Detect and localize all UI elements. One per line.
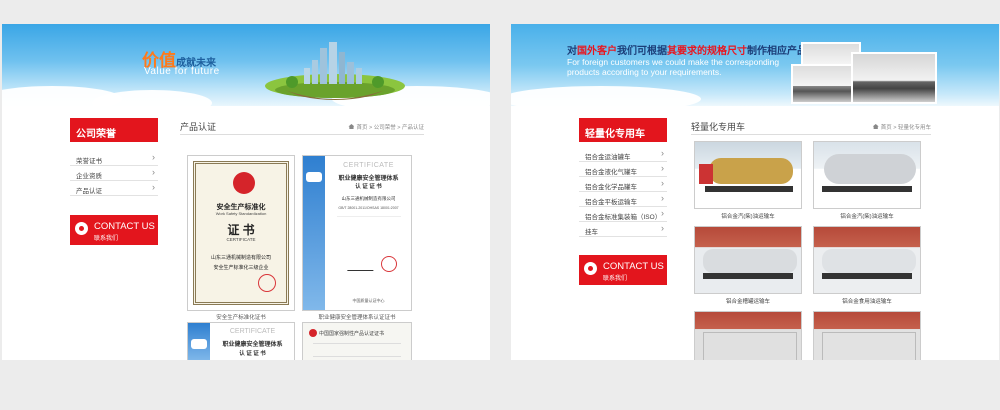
contact-cn-label: 联系我们 <box>94 236 119 242</box>
screenshot-composite: 价值成就未来 Value for future 公司荣誉 荣誉证书 › 企业资质… <box>0 0 1000 410</box>
cert-footer: 中国质量认证中心 <box>352 298 385 303</box>
seal-stamp <box>258 274 276 292</box>
cert-company: 山东三通机械制造有限公司 <box>341 196 396 201</box>
sidebar-item-chemical-tanker[interactable]: 铝合金化学品罐车 <box>579 177 667 192</box>
sidebar-heading: 公司荣誉 <box>70 118 158 142</box>
tank-shape <box>824 154 916 184</box>
signature-mark <box>347 261 377 271</box>
tank-shape <box>822 249 916 273</box>
certificate-card[interactable]: CERTIFICATE 职业健康安全管理体系 认 证 证 书 <box>187 322 295 362</box>
contact-cn-label: 联系我们 <box>603 276 628 282</box>
product-caption: 铝合金食用油运输车 <box>842 299 892 305</box>
chassis <box>822 186 912 192</box>
chassis <box>703 273 793 279</box>
tank-shape <box>703 249 797 273</box>
cert-side-band <box>303 156 325 310</box>
cert-head: CERTIFICATE <box>229 328 276 335</box>
sidebar-item-product-certification[interactable]: 产品认证 <box>70 181 158 196</box>
banner-headline-en: For foreign customers we could make the … <box>567 57 780 77</box>
chassis <box>822 273 912 279</box>
sidebar-heading: 轻量化专用车 <box>579 118 667 142</box>
seal-stamp <box>381 256 397 272</box>
chassis <box>705 186 793 192</box>
sidebar-item-honor-certificates[interactable]: 荣誉证书 <box>70 151 158 166</box>
cert-standard: GB/T 28001-2011/OHSAS 18001:2007 <box>338 206 399 210</box>
banner-headline-cn: 对国外客户我们可根据其要求的规格尺寸制作相应产品 <box>567 46 807 57</box>
cert-title: 职业健康安全管理体系 <box>222 342 283 348</box>
banner-slogan-en: Value for future <box>144 66 220 77</box>
certificate-caption: 职业健康安全管理体系认证证书 <box>318 315 396 321</box>
sidebar-nav: 公司荣誉 荣誉证书 企业资质 产品认证 <box>70 118 158 196</box>
cert-company: 山东三通机械制造有限公司 <box>210 255 271 261</box>
bottom-gap <box>2 360 490 410</box>
home-icon <box>872 124 879 129</box>
location-pin-icon <box>75 222 88 235</box>
certificate-card[interactable]: 安全生产标准化 Work Safety Standardization 证 书 … <box>187 155 295 311</box>
container-shape <box>703 332 797 360</box>
location-pin-icon <box>584 262 597 275</box>
product-caption: 铝合金汽(柴)油运输车 <box>840 214 894 220</box>
product-card[interactable] <box>694 311 802 361</box>
product-card[interactable] <box>694 141 802 209</box>
city-island-illustration <box>265 42 405 100</box>
cert-en-heading: Work Safety Standardization <box>215 211 267 216</box>
lightweight-vehicle-page: 对国外客户我们可根据其要求的规格尺寸制作相应产品 For foreign cus… <box>511 0 999 410</box>
tanker-truck-photo <box>791 64 853 104</box>
product-caption: 铝合金汽(柴)油运输车 <box>721 214 775 220</box>
cloud-shape <box>511 86 701 106</box>
page-title: 产品认证 <box>180 122 217 132</box>
sidebar-nav: 轻量化专用车 铝合金运油罐车 铝合金液化气罐车 铝合金化学品罐车 铝合金平板运输… <box>579 118 667 237</box>
product-caption: 铝合金槽罐运输车 <box>725 299 770 305</box>
home-icon <box>348 124 355 129</box>
sidebar-item-flatbed[interactable]: 铝合金平板运输车 <box>579 192 667 207</box>
cert-body-lines <box>337 216 401 246</box>
breadcrumb[interactable]: 首页 > 轻量化专用车 <box>872 123 931 131</box>
cert-title2: 认 证 证 书 <box>239 351 266 357</box>
top-gap <box>511 0 999 24</box>
container-shape <box>822 332 916 360</box>
page-title: 轻量化专用车 <box>691 122 746 132</box>
content-header: 产品认证 首页 > 公司荣誉 > 产品认证 <box>180 118 424 135</box>
certificate-frame: 安全生产标准化 Work Safety Standardization 证 书 … <box>193 161 289 305</box>
contact-us-button[interactable]: CONTACT US 联系我们 <box>70 215 158 245</box>
sidebar-item-trailer[interactable]: 挂车 <box>579 222 667 237</box>
tank-shape <box>709 158 793 184</box>
product-card[interactable] <box>813 141 921 209</box>
cert-side-band <box>188 323 210 361</box>
sidebar-item-fuel-tanker[interactable]: 铝合金运油罐车 <box>579 147 667 162</box>
cert-level: 安全生产标准化三级企业 <box>213 265 269 271</box>
sidebar-item-iso-container[interactable]: 铝合金标准集装箱（ISO） <box>579 207 667 222</box>
certification-page: 价值成就未来 Value for future 公司荣誉 荣誉证书 › 企业资质… <box>2 0 490 410</box>
cert-body-lines <box>313 343 401 357</box>
truck-cab <box>699 164 713 184</box>
top-gap <box>2 0 490 24</box>
cert-subtitle: CERTIFICATE <box>226 237 256 242</box>
bottom-gap <box>511 360 999 410</box>
cert-title: 职业健康安全管理体系 <box>338 176 399 182</box>
product-card[interactable] <box>813 311 921 361</box>
product-card[interactable] <box>694 226 802 294</box>
contact-en-label: CONTACT US <box>603 261 664 272</box>
tanker-truck-photo <box>851 52 937 104</box>
cert-head: 中国国家强制性产品认证证书 <box>319 331 385 337</box>
ccc-mark-icon <box>309 329 317 337</box>
contact-us-button[interactable]: CONTACT US 联系我们 <box>579 255 667 285</box>
content-header: 轻量化专用车 首页 > 轻量化专用车 <box>691 118 931 135</box>
cert-title2: 认 证 证 书 <box>355 184 382 190</box>
contact-en-label: CONTACT US <box>94 221 155 232</box>
cqc-logo-icon <box>306 172 322 182</box>
breadcrumb[interactable]: 首页 > 公司荣誉 > 产品认证 <box>348 123 424 131</box>
banner-foreign-customers: 对国外客户我们可根据其要求的规格尺寸制作相应产品 For foreign cus… <box>511 24 999 106</box>
cert-big-title: 证 书 <box>227 223 255 237</box>
product-card[interactable] <box>813 226 921 294</box>
certificate-card[interactable]: CERTIFICATE 职业健康安全管理体系 认 证 证 书 山东三通机械制造有… <box>302 155 412 311</box>
banner-value-future: 价值成就未来 Value for future <box>2 24 490 106</box>
certificate-caption: 安全生产标准化证书 <box>216 315 266 321</box>
cqc-logo-icon <box>191 339 207 349</box>
sidebar-item-lpg-tanker[interactable]: 铝合金液化气罐车 <box>579 162 667 177</box>
certificate-card[interactable]: 中国国家强制性产品认证证书 <box>302 322 412 362</box>
emblem-icon <box>233 172 255 194</box>
cert-head: CERTIFICATE <box>343 162 394 169</box>
sidebar-item-qualifications[interactable]: 企业资质 <box>70 166 158 181</box>
